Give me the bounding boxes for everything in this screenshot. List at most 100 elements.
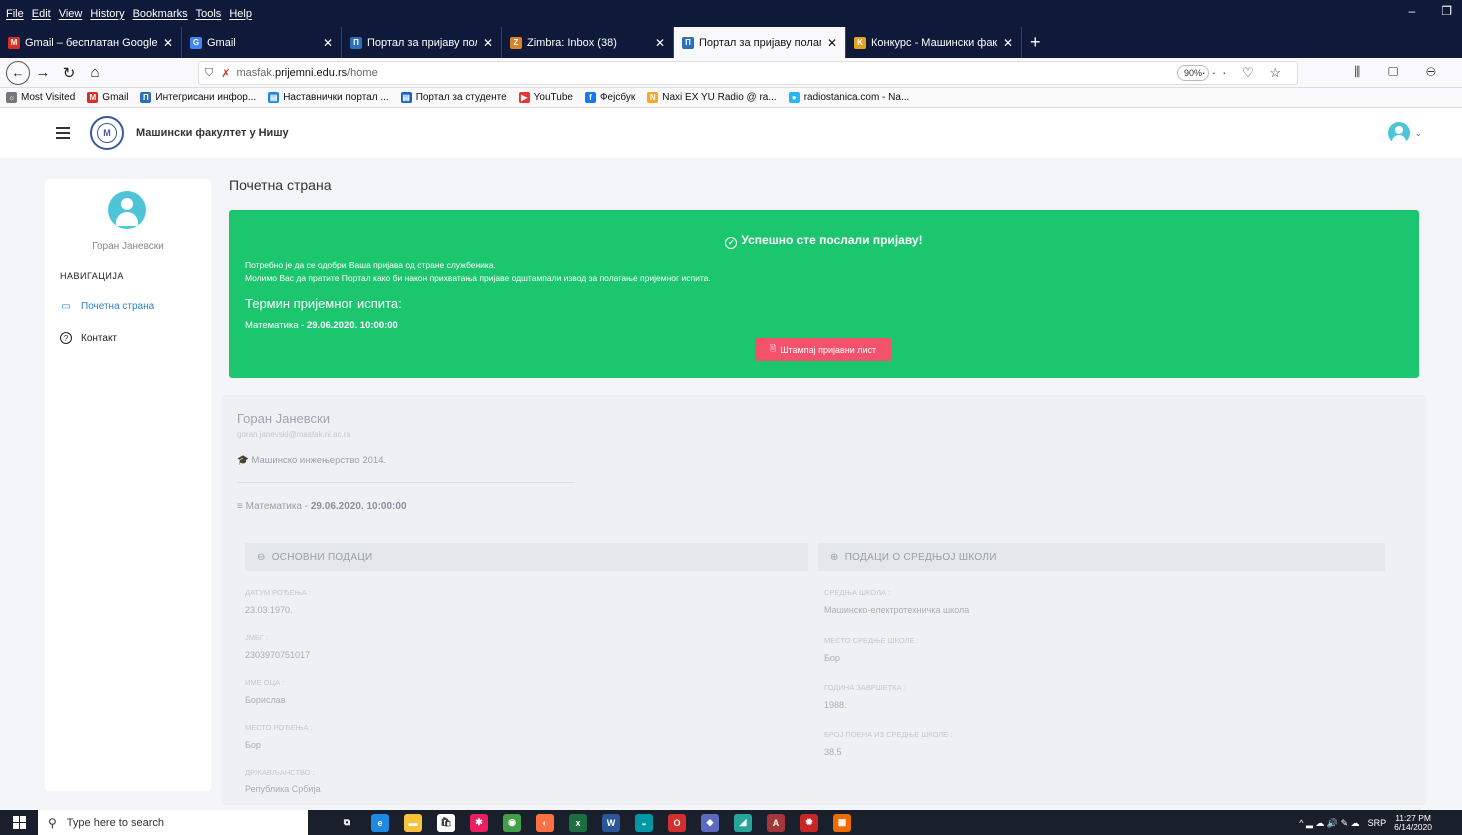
alert-line-2: Молимо Вас да пратите Портал како би нак…	[245, 273, 711, 283]
menu-item-bookmarks[interactable]: Bookmarks	[133, 8, 188, 20]
taskbar-app-6-icon[interactable]: ▦	[833, 813, 851, 832]
taskbar-task-view-icon[interactable]: ⧉	[338, 813, 356, 832]
hamburger-menu-icon[interactable]	[56, 127, 70, 139]
reload-button[interactable]: ↻	[56, 60, 82, 86]
taskbar-file-explorer-icon[interactable]: ▬	[404, 813, 422, 832]
menu-item-history[interactable]: History	[90, 8, 124, 20]
bookmark-icon: ▤	[268, 92, 280, 103]
graduation-cap-icon: 🎓	[237, 455, 249, 466]
close-tab-icon[interactable]: ✕	[827, 36, 837, 50]
tab-title: Конкурс - Машински факулт	[871, 36, 997, 49]
taskbar-app-5-icon[interactable]: ✹	[800, 813, 818, 832]
bookmark-item[interactable]: ☼ Most Visited	[6, 92, 75, 103]
bookmark-label: Naxi EX YU Radio @ ra...	[662, 92, 777, 103]
maximize-button[interactable]: ❐	[1441, 4, 1452, 18]
bookmark-item[interactable]: ▤ Портал за студенте	[400, 92, 507, 103]
sidebar-item-contact[interactable]: ? Контакт	[60, 332, 117, 344]
exam-term-heading: Термин пријемног испита:	[245, 296, 402, 311]
close-tab-icon[interactable]: ✕	[323, 36, 333, 50]
print-application-button[interactable]: 🗎 Штампај пријавни лист	[755, 338, 891, 361]
tray-icons[interactable]: ^ ▂ ☁ 🔊 ✎ ☁	[1299, 818, 1359, 829]
browser-tab[interactable]: П Портал за пријаву полагања ✕	[342, 27, 502, 58]
close-tab-icon[interactable]: ✕	[1003, 36, 1013, 50]
language-indicator[interactable]: SRP	[1368, 818, 1387, 828]
browser-tab[interactable]: G Gmail ✕	[182, 27, 342, 58]
sidebar-user-name: Горан Јаневски	[92, 241, 164, 252]
url-bar[interactable]: ⛉ ✗ masfak. prijemni.edu.rs/home 90% ··· …	[198, 61, 1298, 85]
tab-title: Gmail	[207, 36, 236, 49]
profile-exam: ≡ Математика - 29.06.2020. 10:00:00	[237, 501, 407, 512]
user-avatar-icon[interactable]	[1388, 122, 1410, 144]
menu-item-file[interactable]: File	[6, 8, 24, 20]
bookmark-label: Фејсбук	[599, 92, 636, 103]
bookmark-icon: N	[647, 92, 659, 103]
taskbar-app-3-icon[interactable]: ◆	[701, 813, 719, 832]
taskbar-word-icon[interactable]: W	[602, 813, 620, 832]
school-icon: ⊕	[830, 551, 839, 563]
user-menu-chevron-icon[interactable]: ⌄	[1414, 128, 1422, 139]
windows-start-icon[interactable]	[0, 810, 38, 835]
minimize-button[interactable]: –	[1409, 4, 1416, 18]
bookmark-item[interactable]: f Фејсбук	[584, 92, 636, 103]
bookmark-item[interactable]: ● radiostanica.com - Na...	[788, 92, 909, 103]
field-value-school-points: 38.5	[824, 747, 842, 757]
faculty-name: Машински факултет у Нишу	[136, 127, 289, 139]
clock[interactable]: 11:27 PM 6/14/2020	[1394, 814, 1432, 832]
taskbar-search-input[interactable]: ⚲ Type here to search	[38, 810, 308, 835]
url-path: /home	[347, 67, 378, 79]
taskbar-chrome-icon[interactable]: ◉	[503, 813, 521, 832]
field-label-graduation-year: ГОДИНА ЗАВРШЕТКА :	[824, 683, 906, 692]
browser-tab[interactable]: K Конкурс - Машински факулт ✕	[846, 27, 1022, 58]
profile-card: Горан Јаневски goran.janevski@masfak.ni.…	[221, 395, 1427, 805]
close-tab-icon[interactable]: ✕	[163, 36, 173, 50]
menu-item-edit[interactable]: Edit	[32, 8, 51, 20]
bookmark-item[interactable]: M Gmail	[87, 92, 128, 103]
field-value-graduation-year: 1988.	[824, 700, 847, 710]
tab-favicon-icon: П	[350, 36, 362, 49]
close-tab-icon[interactable]: ✕	[655, 36, 665, 50]
alert-heading: ✓ Успешно сте послали пријаву!	[229, 233, 1419, 249]
page-actions[interactable]: ··· ♡ ☆	[1201, 65, 1287, 81]
taskbar-firefox-icon[interactable]: ◐	[536, 813, 554, 832]
menu-item-help[interactable]: Help	[229, 8, 252, 20]
sidebar-item-home[interactable]: ▭ Почетна страна	[60, 300, 154, 312]
bookmark-item[interactable]: ▶ YouTube	[518, 92, 573, 103]
taskbar-opera-icon[interactable]: O	[668, 813, 686, 832]
taskbar-access-icon[interactable]: A	[767, 813, 785, 832]
shield-icon[interactable]: ⛉	[205, 67, 213, 80]
browser-tab[interactable]: M Gmail – бесплатан Google ме ✕	[0, 27, 182, 58]
taskbar-store-icon[interactable]: 🛍	[437, 813, 455, 832]
menu-item-view[interactable]: View	[59, 8, 83, 20]
taskbar-app-4-icon[interactable]: ◢	[734, 813, 752, 832]
field-label-birthplace: МЕСТО РОЂЕЊА :	[245, 723, 313, 732]
insecure-lock-icon[interactable]: ✗	[221, 67, 230, 80]
taskbar-app-2-icon[interactable]: ◒	[635, 813, 653, 832]
taskbar-app-1-icon[interactable]: ✱	[470, 813, 488, 832]
sidebar-item-label: Почетна страна	[81, 300, 155, 312]
menu-item-tools[interactable]: Tools	[196, 8, 222, 20]
check-circle-icon: ✓	[725, 237, 738, 249]
system-tray: ^ ▂ ☁ 🔊 ✎ ☁ SRP 11:27 PM 6/14/2020	[1299, 814, 1432, 832]
new-tab-button[interactable]: +	[1030, 27, 1041, 58]
home-button[interactable]: ⌂	[82, 60, 108, 86]
browser-tab[interactable]: П Портал за пријаву полагања ✕	[674, 27, 846, 58]
bookmark-icon: ▶	[518, 92, 530, 103]
bookmark-icon: П	[140, 92, 152, 103]
bookmarks-toolbar: ☼ Most Visited M Gmail П Интегрисани инфор...…	[0, 88, 1462, 108]
bookmark-label: Наставнички портал ...	[283, 92, 389, 103]
divider	[237, 482, 575, 483]
taskbar-edge-icon[interactable]: e	[371, 813, 389, 832]
browser-tab[interactable]: Z Zimbra: Inbox (38) ✕	[502, 27, 674, 58]
tab-favicon-icon: П	[682, 36, 694, 49]
close-tab-icon[interactable]: ✕	[483, 36, 493, 50]
taskbar-excel-icon[interactable]: x	[569, 813, 587, 832]
bookmark-item[interactable]: П Интегрисани инфор...	[140, 92, 256, 103]
sidebar: Горан Јаневски НАВИГАЦИЈА ▭ Почетна стра…	[45, 179, 211, 791]
field-label-father-name: ИМЕ ОЦА :	[245, 678, 285, 687]
toolbar-icons[interactable]: ⫼ ▢ ⊖	[1354, 64, 1448, 80]
forward-button[interactable]: →	[30, 60, 56, 86]
bookmark-item[interactable]: N Naxi EX YU Radio @ ra...	[647, 92, 777, 103]
tab-favicon-icon: G	[190, 36, 202, 49]
bookmark-item[interactable]: ▤ Наставнички портал ...	[268, 92, 389, 103]
back-button[interactable]: ←	[6, 60, 30, 85]
